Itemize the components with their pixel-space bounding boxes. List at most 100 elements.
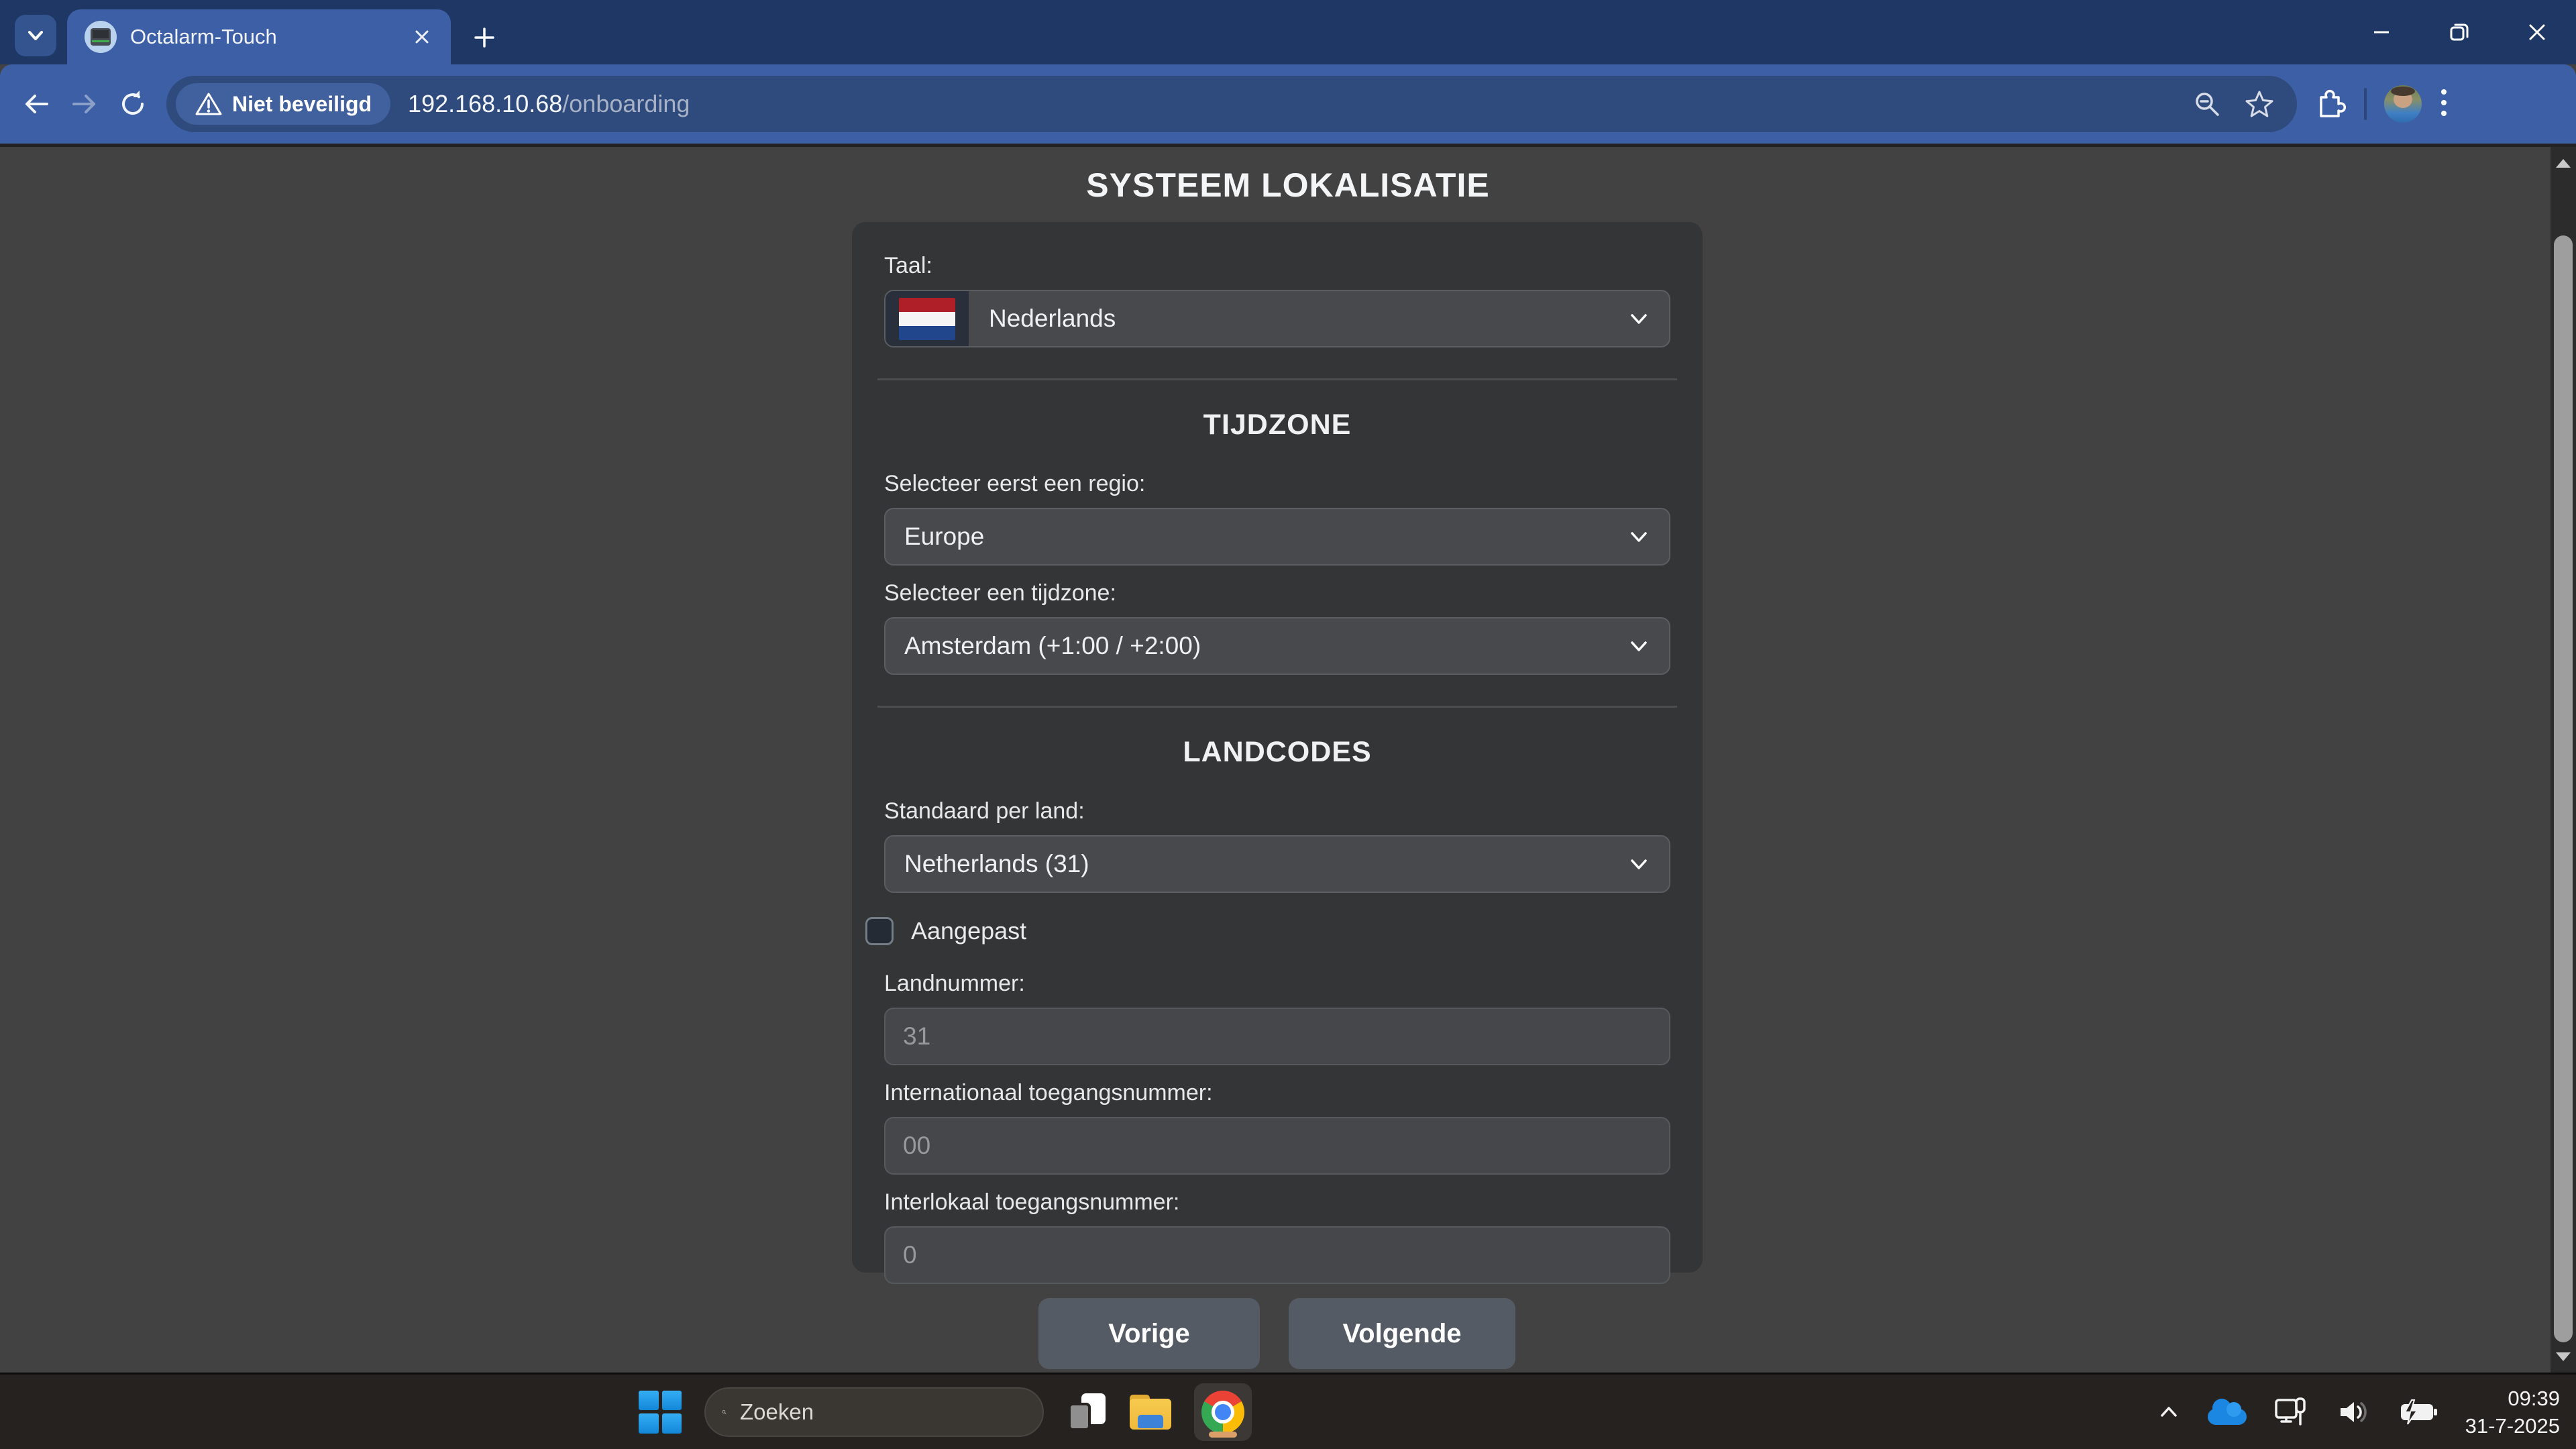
forward-arrow-icon [68,88,101,120]
clock-date: 31-7-2025 [2465,1412,2560,1440]
chevron-down-icon [1626,524,1652,549]
country-number-label: Landnummer: [884,971,1670,997]
timezone-selected-value: Amsterdam (+1:00 / +2:00) [904,632,1201,660]
triangle-down-icon [2556,1352,2571,1361]
section-divider [877,378,1677,380]
previous-button[interactable]: Vorige [1038,1298,1260,1369]
international-prefix-label: Internationaal toegangsnummer: [884,1080,1670,1106]
windows-taskbar: 09:39 31-7-2025 [0,1373,2576,1449]
extensions-button[interactable] [2312,85,2347,123]
restore-button[interactable] [2420,0,2498,64]
region-select[interactable]: Europe [884,508,1670,566]
chevron-down-icon [1626,851,1652,877]
chevron-down-icon [1626,306,1652,331]
triangle-up-icon [2556,159,2571,168]
url-text: 192.168.10.68/onboarding [408,90,2186,118]
taskbar-clock[interactable]: 09:39 31-7-2025 [2465,1385,2560,1440]
address-bar[interactable]: Niet beveiligd 192.168.10.68/onboarding [166,76,2297,132]
custom-checkbox-label[interactable]: Aangepast [911,917,1026,945]
toolbar-right [2312,85,2469,123]
language-select[interactable]: Nederlands [884,290,1670,347]
system-tray: 09:39 31-7-2025 [2155,1375,2560,1449]
toolbar-separator [2364,88,2367,120]
url-host: 192.168.10.68 [408,90,562,117]
custom-checkbox-row: Aangepast [865,917,1670,945]
profile-avatar[interactable] [2384,85,2422,123]
scrollbar-down-button[interactable] [2551,1342,2576,1371]
plus-icon [472,25,496,50]
reload-button[interactable] [109,80,157,128]
localisation-card: Taal: Nederlands TIJDZONE Selecteer eers… [852,222,1703,1273]
restore-icon [2447,20,2471,44]
battery-charging-icon[interactable] [2398,1393,2440,1431]
url-path: /onboarding [562,90,690,117]
page-scrollbar[interactable] [2551,147,2576,1373]
tab-list-button[interactable] [15,15,56,56]
next-button[interactable]: Volgende [1289,1298,1515,1369]
chrome-taskbar-button[interactable] [1194,1383,1252,1441]
back-arrow-icon [20,88,52,120]
search-input[interactable] [739,1399,1026,1426]
region-selected-value: Europe [904,523,984,551]
active-app-indicator [1209,1432,1237,1438]
zoom-out-button[interactable] [2186,83,2229,125]
window-controls [2343,0,2576,64]
default-country-selected-value: Netherlands (31) [904,850,1089,878]
timezone-heading: TIJDZONE [884,409,1670,441]
trunk-prefix-label: Interlokaal toegangsnummer: [884,1189,1670,1216]
country-codes-heading: LANDCODES [884,736,1670,769]
language-selected-value: Nederlands [989,305,1116,333]
taskbar-search[interactable] [704,1387,1044,1437]
minimize-icon [2370,21,2393,44]
screen: Octalarm-Touch [0,0,2576,1449]
display-usb-icon[interactable] [2272,1393,2310,1431]
site-favicon-icon [85,21,117,53]
section-divider [877,706,1677,708]
chevron-down-icon [24,24,47,47]
back-button[interactable] [12,80,60,128]
default-country-select[interactable]: Netherlands (31) [884,835,1670,893]
trunk-prefix-input[interactable] [884,1226,1670,1284]
close-icon [2526,21,2548,44]
clock-time: 09:39 [2465,1385,2560,1412]
page-content: SYSTEEM LOKALISATIE Taal: Nederlands TIJ… [0,144,2576,1373]
start-button[interactable] [639,1391,682,1434]
language-label: Taal: [884,253,1670,279]
tab-close-icon[interactable] [411,25,433,48]
task-view-button[interactable] [1067,1392,1107,1432]
onedrive-icon[interactable] [2208,1409,2247,1425]
minimize-button[interactable] [2343,0,2420,64]
close-window-button[interactable] [2498,0,2576,64]
file-explorer-button[interactable] [1130,1395,1171,1430]
forward-button[interactable] [60,80,109,128]
volume-icon[interactable] [2335,1393,2373,1431]
netherlands-flag-icon [885,291,969,346]
security-chip-label: Niet beveiligd [232,92,372,117]
chrome-icon [1201,1391,1244,1434]
new-tab-button[interactable] [466,19,503,56]
international-prefix-input[interactable] [884,1117,1670,1175]
tab-title: Octalarm-Touch [130,25,411,49]
page-title: SYSTEEM LOKALISATIE [0,166,2576,205]
menu-button[interactable] [2439,85,2449,123]
puzzle-icon [2312,85,2347,120]
timezone-select[interactable]: Amsterdam (+1:00 / +2:00) [884,617,1670,675]
search-icon [722,1400,727,1424]
browser-titlebar: Octalarm-Touch [0,0,2576,64]
warning-triangle-icon [195,91,223,117]
country-number-input[interactable] [884,1008,1670,1065]
chevron-down-icon [1626,633,1652,659]
browser-tab[interactable]: Octalarm-Touch [67,9,451,64]
reload-icon [117,88,149,120]
scrollbar-up-button[interactable] [2551,148,2576,178]
bookmark-star-button[interactable] [2238,83,2281,125]
taskbar-center [639,1375,1252,1449]
scrollbar-thumb[interactable] [2554,235,2573,1342]
region-label: Selecteer eerst een regio: [884,471,1670,497]
star-icon [2244,89,2275,119]
tray-chevron-up-icon[interactable] [2155,1399,2182,1426]
security-chip[interactable]: Niet beveiligd [176,83,390,125]
default-country-label: Standaard per land: [884,798,1670,824]
custom-checkbox[interactable] [865,917,894,945]
kebab-menu-icon [2439,85,2449,120]
